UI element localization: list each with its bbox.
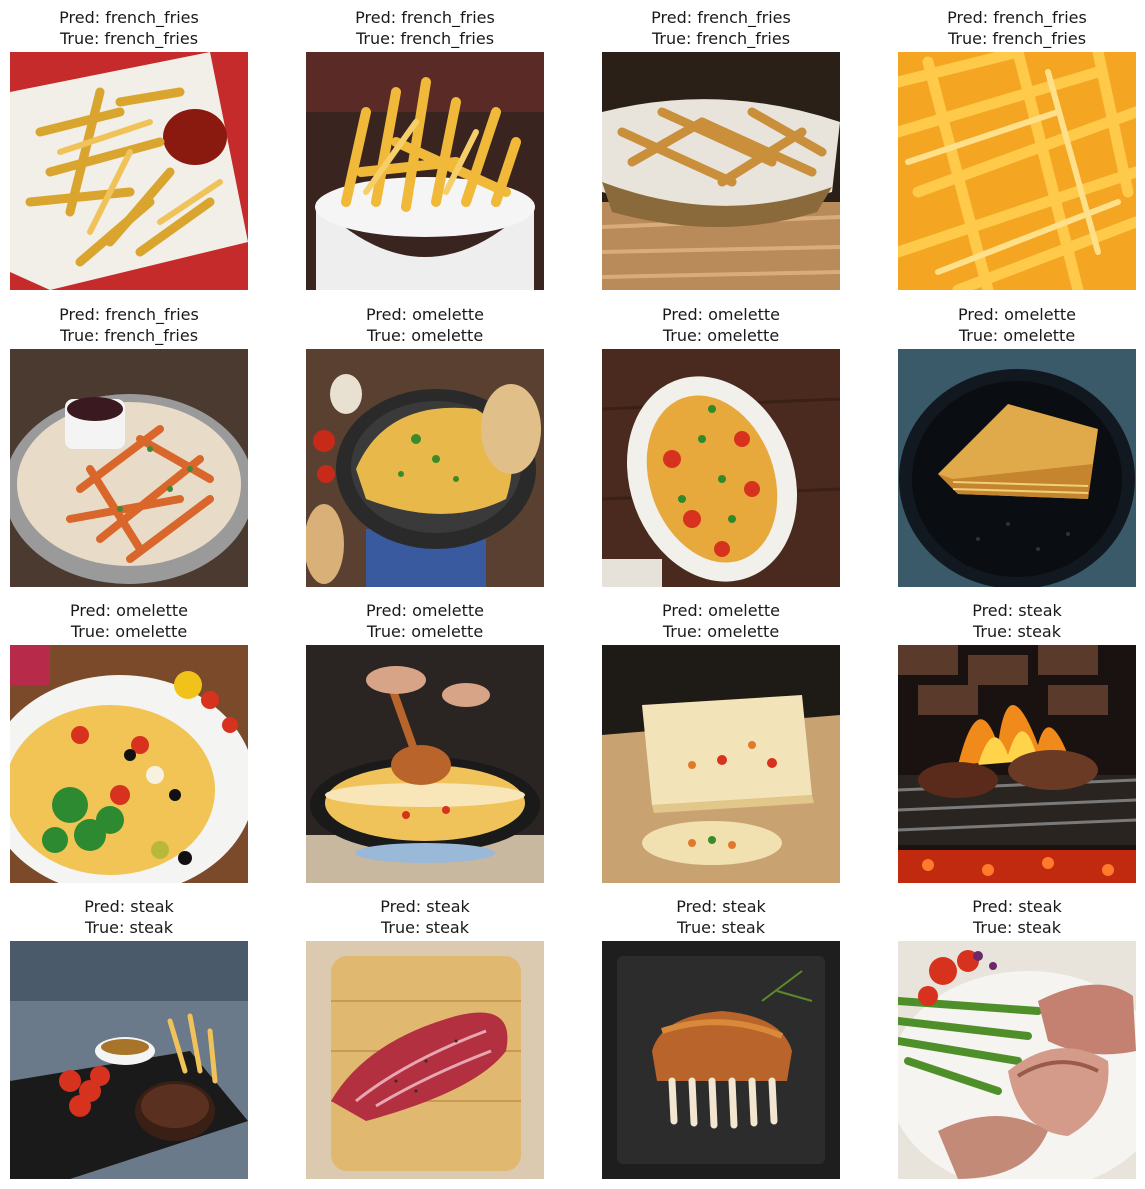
- true-label: True: steak: [973, 622, 1061, 641]
- pred-label: Pred: omelette: [662, 305, 780, 324]
- true-label: True: french_fries: [651, 29, 791, 48]
- true-label: True: omelette: [958, 326, 1076, 345]
- pred-label: Pred: omelette: [662, 601, 780, 620]
- image-caption: Pred: omelette True: omelette: [602, 304, 840, 346]
- pred-label: Pred: steak: [380, 897, 470, 916]
- pred-label: Pred: french_fries: [59, 305, 199, 324]
- true-label: True: french_fries: [59, 29, 199, 48]
- image-caption: Pred: steak True: steak: [898, 896, 1136, 938]
- image-caption: Pred: steak True: steak: [898, 600, 1136, 642]
- true-label: True: omelette: [366, 326, 484, 345]
- pred-label: Pred: steak: [676, 897, 766, 916]
- omelette-in-pan-with-toast-photo: [306, 349, 544, 587]
- french-fries-closeup-photo: [898, 52, 1136, 290]
- sliced-steak-with-asparagus-photo: [898, 941, 1136, 1179]
- true-label: True: steak: [85, 918, 173, 937]
- pred-label: Pred: omelette: [958, 305, 1076, 324]
- pred-label: Pred: omelette: [70, 601, 188, 620]
- pred-label: Pred: omelette: [366, 305, 484, 324]
- rolled-omelette-on-board-photo: [602, 645, 840, 883]
- omelette-with-salad-and-olives-photo: [10, 645, 248, 883]
- raw-steak-on-cutting-board-photo: [306, 941, 544, 1179]
- true-label: True: steak: [677, 918, 765, 937]
- french-fries-in-basket-photo: [602, 52, 840, 290]
- pred-label: Pred: omelette: [366, 601, 484, 620]
- pred-label: Pred: steak: [972, 897, 1062, 916]
- pred-label: Pred: french_fries: [947, 8, 1087, 27]
- pred-label: Pred: steak: [972, 601, 1062, 620]
- pred-label: Pred: french_fries: [651, 8, 791, 27]
- image-caption: Pred: steak True: steak: [602, 896, 840, 938]
- image-caption: Pred: omelette True: omelette: [10, 600, 248, 642]
- true-label: True: omelette: [366, 622, 484, 641]
- steaks-on-fire-grill-photo: [898, 645, 1136, 883]
- rack-of-ribs-on-slate-photo: [602, 941, 840, 1179]
- image-caption: Pred: french_fries True: french_fries: [602, 7, 840, 49]
- image-caption: Pred: steak True: steak: [306, 896, 544, 938]
- image-caption: Pred: french_fries True: french_fries: [898, 7, 1136, 49]
- layered-omelette-on-dark-plate-photo: [898, 349, 1136, 587]
- true-label: True: french_fries: [59, 326, 199, 345]
- image-caption: Pred: omelette True: omelette: [306, 304, 544, 346]
- image-caption: Pred: omelette True: omelette: [306, 600, 544, 642]
- pred-label: Pred: steak: [84, 897, 174, 916]
- image-caption: Pred: steak True: steak: [10, 896, 248, 938]
- true-label: True: french_fries: [355, 29, 495, 48]
- french-fries-on-paper-with-ketchup-photo: [10, 52, 248, 290]
- image-caption: Pred: omelette True: omelette: [898, 304, 1136, 346]
- image-caption: Pred: french_fries True: french_fries: [306, 7, 544, 49]
- true-label: True: french_fries: [947, 29, 1087, 48]
- image-caption: Pred: french_fries True: french_fries: [10, 7, 248, 49]
- french-fries-in-white-bowl-photo: [306, 52, 544, 290]
- sweet-potato-fries-with-dip-photo: [10, 349, 248, 587]
- true-label: True: steak: [973, 918, 1061, 937]
- omelette-with-tomatoes-on-plate-photo: [602, 349, 840, 587]
- true-label: True: omelette: [70, 622, 188, 641]
- pred-label: Pred: french_fries: [59, 8, 199, 27]
- true-label: True: steak: [381, 918, 469, 937]
- true-label: True: omelette: [662, 326, 780, 345]
- steak-with-tomatoes-and-sauce-photo: [10, 941, 248, 1179]
- omelette-being-folded-in-pan-photo: [306, 645, 544, 883]
- image-caption: Pred: omelette True: omelette: [602, 600, 840, 642]
- pred-label: Pred: french_fries: [355, 8, 495, 27]
- true-label: True: omelette: [662, 622, 780, 641]
- image-caption: Pred: french_fries True: french_fries: [10, 304, 248, 346]
